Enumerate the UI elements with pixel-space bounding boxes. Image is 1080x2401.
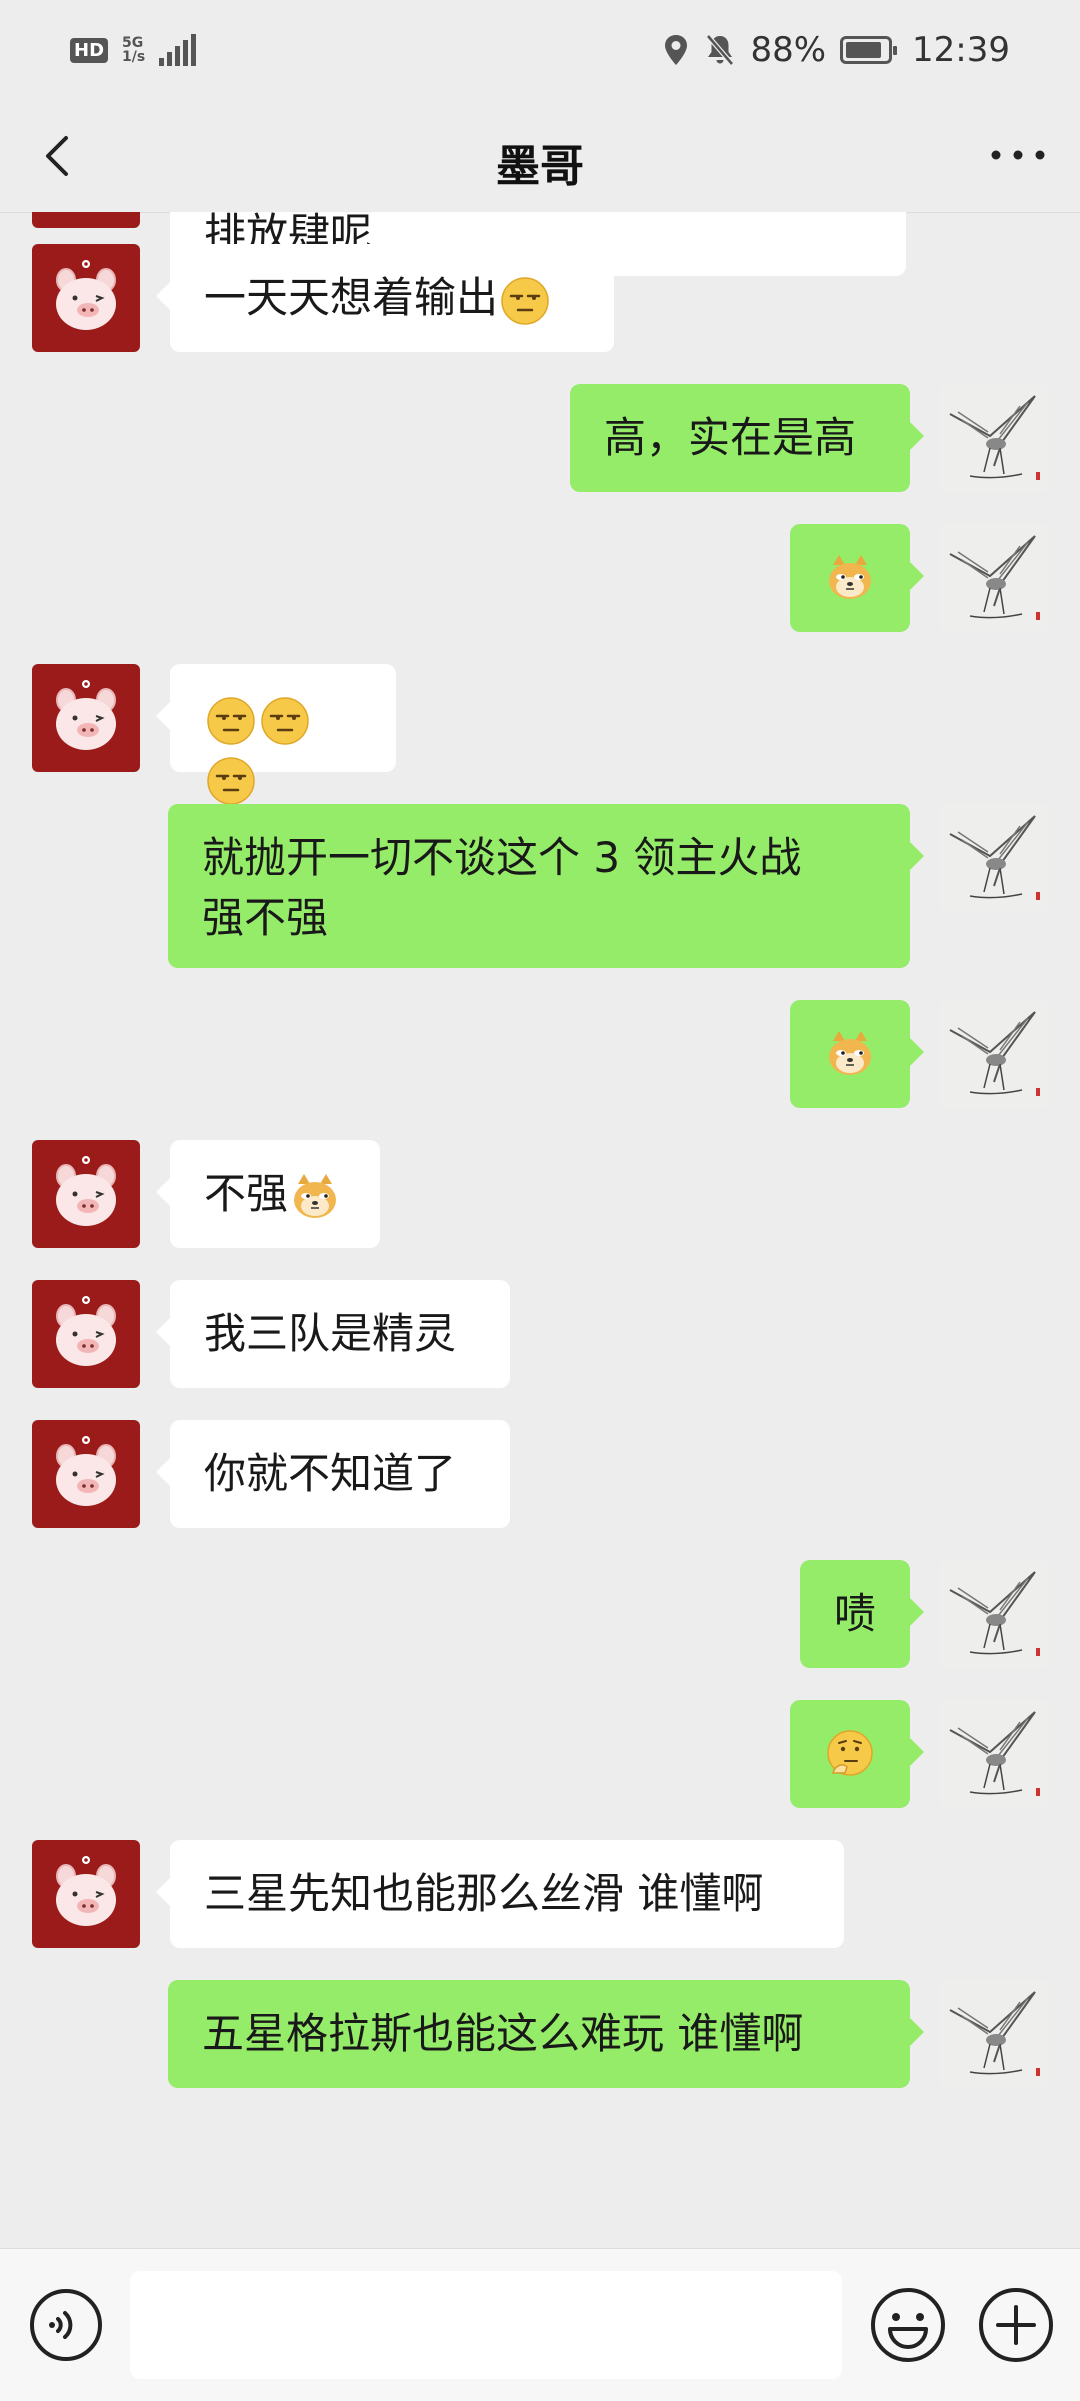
doge-emoji: [829, 555, 871, 599]
message-bubble[interactable]: 一天天想着输出: [156, 244, 614, 352]
smirk-face-emoji: [261, 696, 309, 745]
my-avatar[interactable]: [940, 1560, 1048, 1668]
network-indicator: 5G 1/s: [122, 36, 145, 64]
contact-avatar[interactable]: [32, 244, 140, 352]
contact-avatar[interactable]: [32, 1840, 140, 1948]
my-avatar[interactable]: [940, 524, 1048, 632]
message-text: 五星格拉斯也能这么难玩 谁懂啊: [202, 2009, 804, 2058]
message-bubble[interactable]: [790, 1700, 924, 1808]
message-text: 不强: [204, 1169, 289, 1218]
status-bar: HD 5G 1/s 88% 12:39: [0, 0, 1080, 100]
battery-icon: [840, 36, 898, 64]
my-avatar[interactable]: [940, 384, 1048, 492]
emoji-icon[interactable]: [868, 2285, 948, 2365]
message-bubble[interactable]: [156, 664, 396, 805]
message-bubble[interactable]: 就抛开一切不谈这个 3 领主火战 强不强: [168, 804, 924, 968]
message-bubble[interactable]: 啧: [800, 1560, 924, 1668]
contact-avatar[interactable]: [32, 212, 140, 228]
message-bubble[interactable]: 三星先知也能那么丝滑 谁懂啊: [156, 1840, 844, 1948]
doge-emoji: [294, 1173, 337, 1218]
doge-emoji: [829, 1031, 871, 1075]
message-bubble[interactable]: [790, 524, 924, 632]
smirk-face-emoji: [207, 756, 255, 805]
contact-avatar[interactable]: [32, 1140, 140, 1248]
message-text: 啧: [834, 1589, 877, 1638]
message-bubble[interactable]: 高，实在是高: [570, 384, 924, 492]
message-bubble[interactable]: 你就不知道了: [156, 1420, 510, 1528]
voice-icon[interactable]: [28, 2287, 104, 2363]
chat-header: 墨哥: [0, 100, 1080, 213]
network-type: 5G: [122, 35, 144, 51]
message-bubble[interactable]: 五星格拉斯也能这么难玩 谁懂啊: [168, 1980, 924, 2088]
mute-bell-icon: [706, 34, 735, 66]
message-text: 高，实在是高: [604, 413, 857, 462]
clock: 12:39: [912, 30, 1010, 70]
message-text: 我三队是精灵: [204, 1309, 457, 1358]
message-text: 你就不知道了: [204, 1449, 457, 1498]
plus-icon[interactable]: [976, 2285, 1056, 2365]
message-list[interactable]: 那是不是要游魂切死尼禄后 在后 排放肆呢一天天想着输出高，实在是高就抛开一切不谈…: [0, 212, 1080, 2248]
message-bubble[interactable]: [790, 1000, 924, 1108]
signal-icon: [159, 34, 197, 66]
battery-percent: 88%: [750, 30, 827, 70]
message-bubble[interactable]: 我三队是精灵: [156, 1280, 510, 1388]
my-avatar[interactable]: [940, 804, 1048, 912]
message-text: 就抛开一切不谈这个 3 领主火战 强不强: [202, 833, 802, 942]
my-avatar[interactable]: [940, 1980, 1048, 2088]
message-input[interactable]: [130, 2271, 842, 2379]
location-icon: [665, 35, 688, 65]
thinking-face-emoji: [827, 1730, 873, 1776]
message-bubble[interactable]: 不强: [156, 1140, 380, 1248]
more-dots-icon[interactable]: [986, 140, 1050, 170]
my-avatar[interactable]: [940, 1700, 1048, 1808]
message-text: 一天天想着输出: [204, 273, 499, 322]
message-text: 三星先知也能那么丝滑 谁懂啊: [204, 1869, 764, 1918]
contact-avatar[interactable]: [32, 1420, 140, 1528]
contact-avatar[interactable]: [32, 664, 140, 772]
smirk-face-emoji: [501, 276, 549, 325]
input-bar: [0, 2248, 1080, 2401]
my-avatar[interactable]: [940, 1000, 1048, 1108]
hd-badge: HD: [70, 37, 109, 63]
network-sub: 1/s: [122, 49, 146, 65]
contact-avatar[interactable]: [32, 1280, 140, 1388]
chat-title: 墨哥: [496, 141, 584, 192]
smirk-face-emoji: [207, 696, 255, 745]
